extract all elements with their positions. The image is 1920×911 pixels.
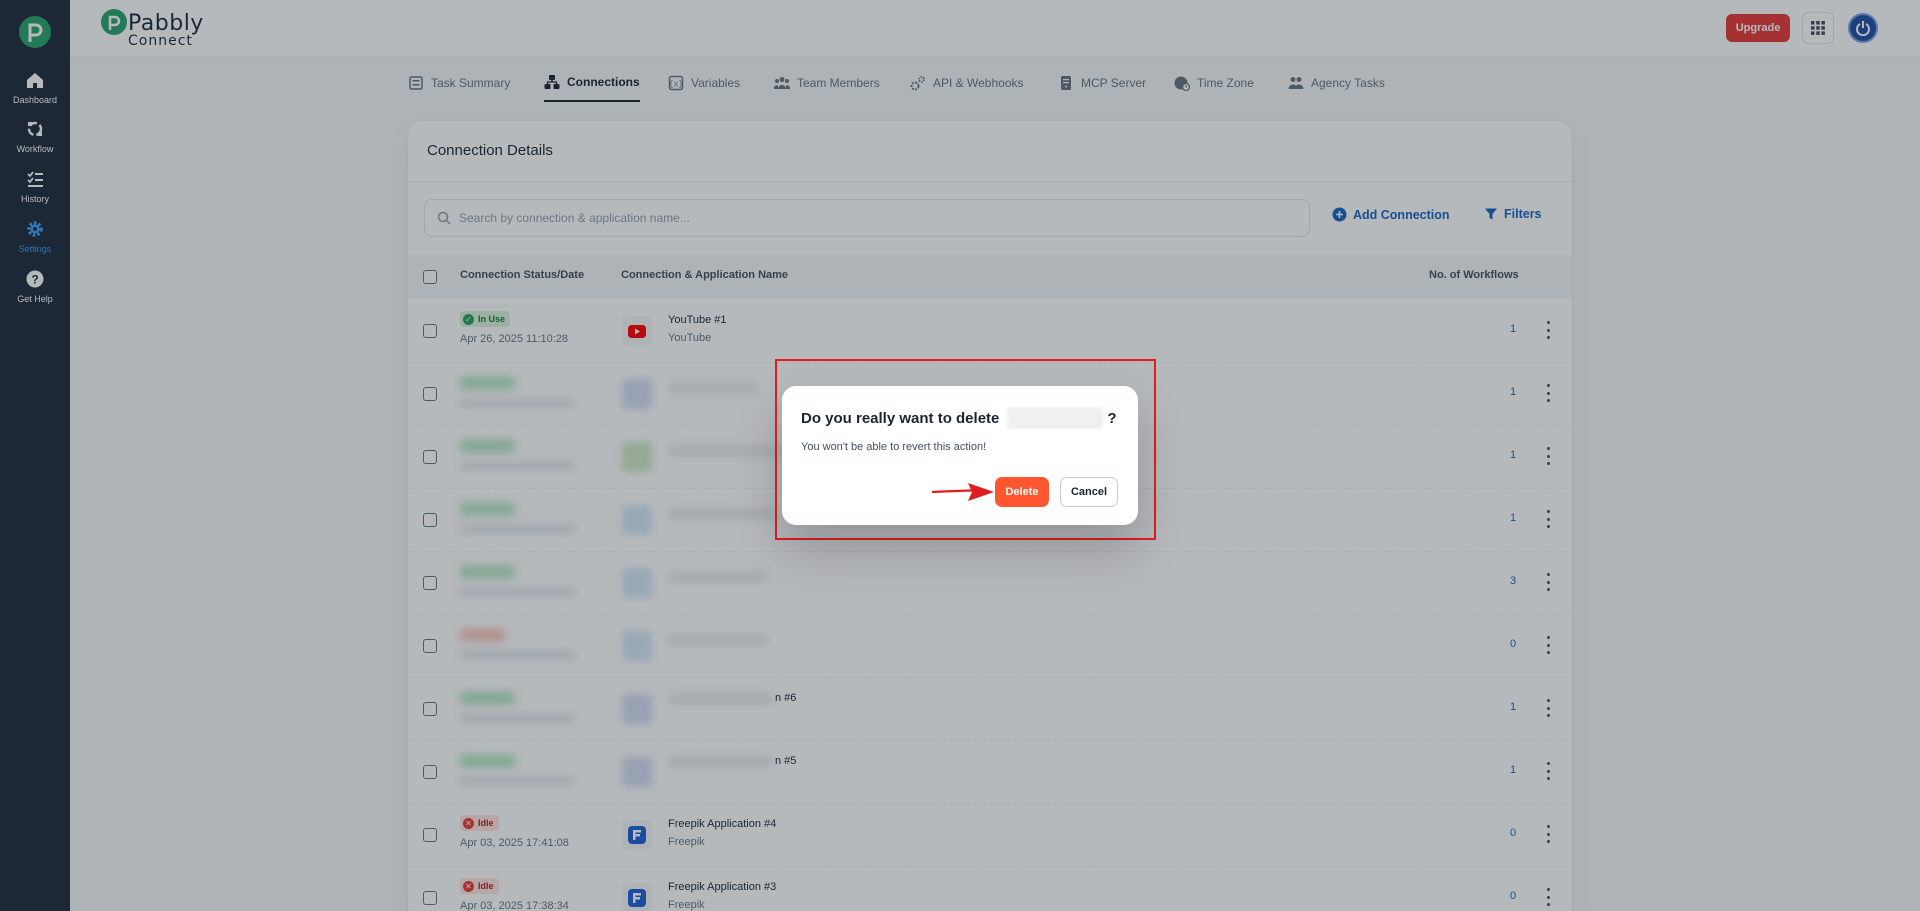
dialog-title-suffix: ? <box>1107 409 1117 427</box>
redacted-connection-name <box>1007 407 1104 429</box>
cancel-button[interactable]: Cancel <box>1060 477 1118 507</box>
dialog-message: You won't be able to revert this action! <box>801 441 987 453</box>
red-arrow-annotation-icon <box>932 483 994 501</box>
delete-button[interactable]: Delete <box>995 477 1049 507</box>
delete-confirmation-dialog: Do you really want to delete ? You won't… <box>782 386 1138 525</box>
dialog-title: Do you really want to delete ? <box>801 407 1117 429</box>
dialog-title-text: Do you really want to delete <box>801 409 1000 427</box>
